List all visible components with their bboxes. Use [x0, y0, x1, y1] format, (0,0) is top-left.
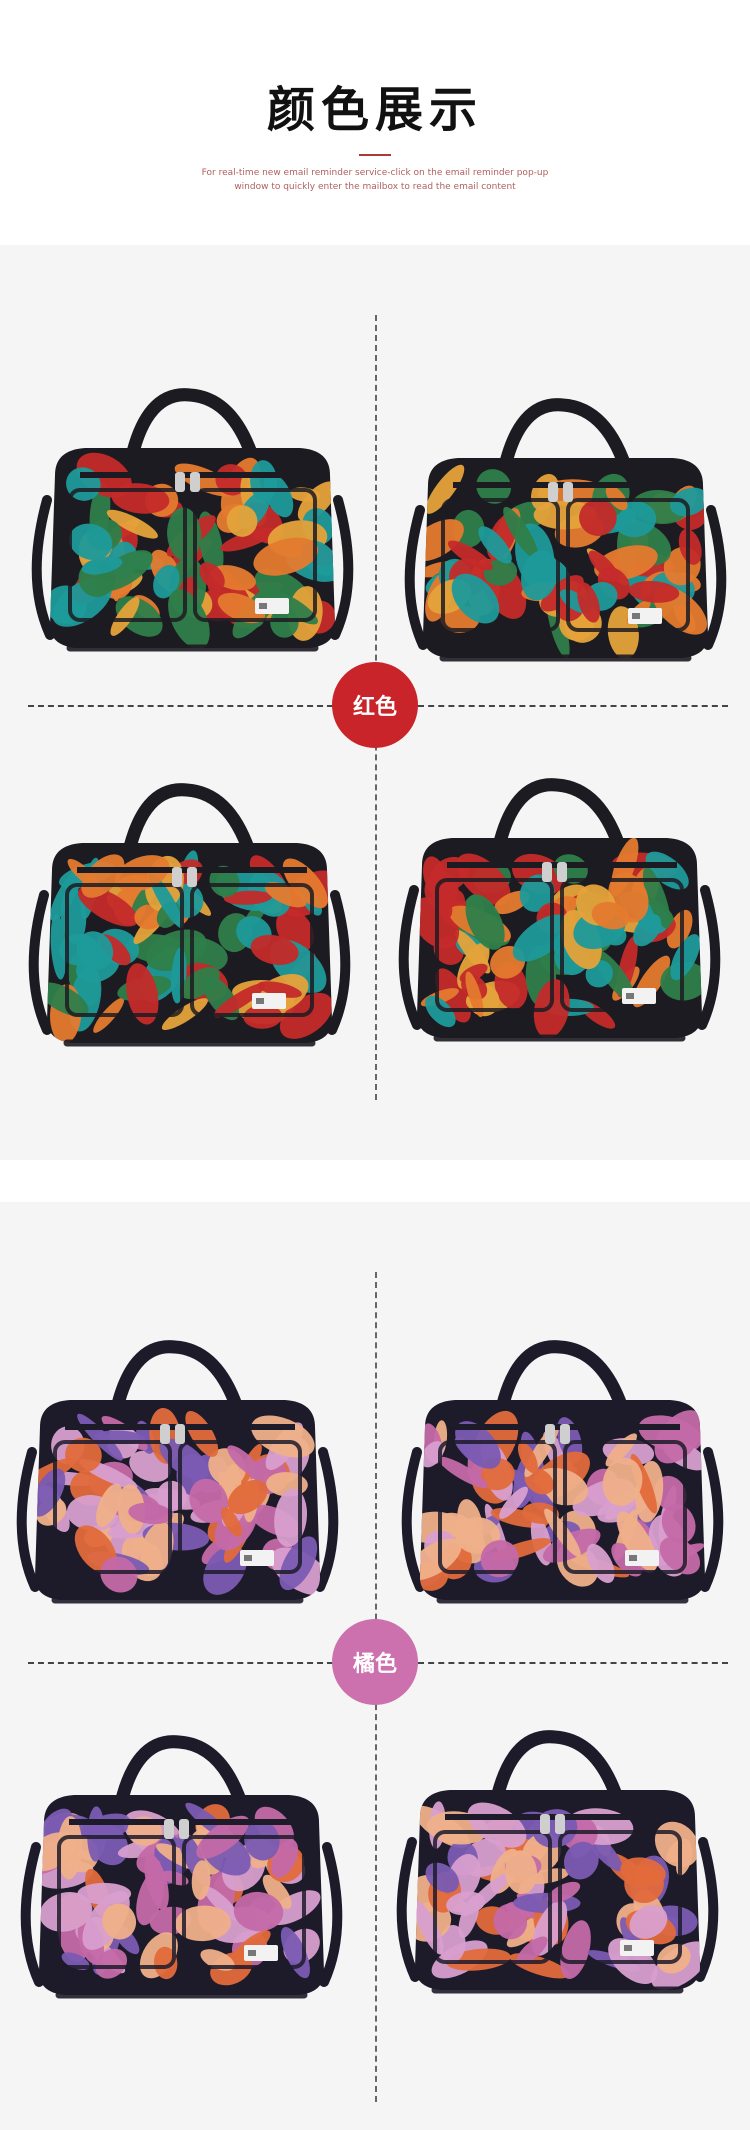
- product-image[interactable]: [398, 390, 733, 705]
- duffel-bag-icon: [404, 398, 727, 662]
- product-image[interactable]: [392, 770, 727, 1085]
- duffel-bag-icon: [31, 388, 354, 652]
- product-image[interactable]: [22, 775, 357, 1090]
- product-image[interactable]: [390, 1722, 725, 2037]
- product-image[interactable]: [14, 1727, 349, 2042]
- title-divider: [359, 154, 391, 156]
- color-section-orange: 橘色: [0, 1202, 750, 2130]
- product-image[interactable]: [25, 380, 360, 695]
- duffel-bag-icon: [20, 1735, 343, 1999]
- left-divider: [28, 1662, 333, 1664]
- header: 颜色展示 For real-time new email reminder se…: [0, 0, 750, 245]
- subtitle: For real-time new email reminder service…: [201, 168, 549, 192]
- color-section-red: 红色: [0, 245, 750, 1160]
- duffel-bag-icon: [28, 783, 351, 1047]
- color-label: 橘色: [352, 1652, 397, 1677]
- duffel-bag-icon: [16, 1340, 339, 1604]
- duffel-bag-icon: [398, 778, 721, 1042]
- duffel-bag-icon: [401, 1340, 724, 1604]
- duffel-bag-icon: [396, 1730, 719, 1994]
- right-divider: [418, 705, 728, 707]
- left-divider: [28, 705, 333, 707]
- page-title: 颜色展示: [266, 82, 483, 138]
- right-divider: [418, 1662, 728, 1664]
- product-image[interactable]: [395, 1332, 730, 1647]
- product-image[interactable]: [10, 1332, 345, 1647]
